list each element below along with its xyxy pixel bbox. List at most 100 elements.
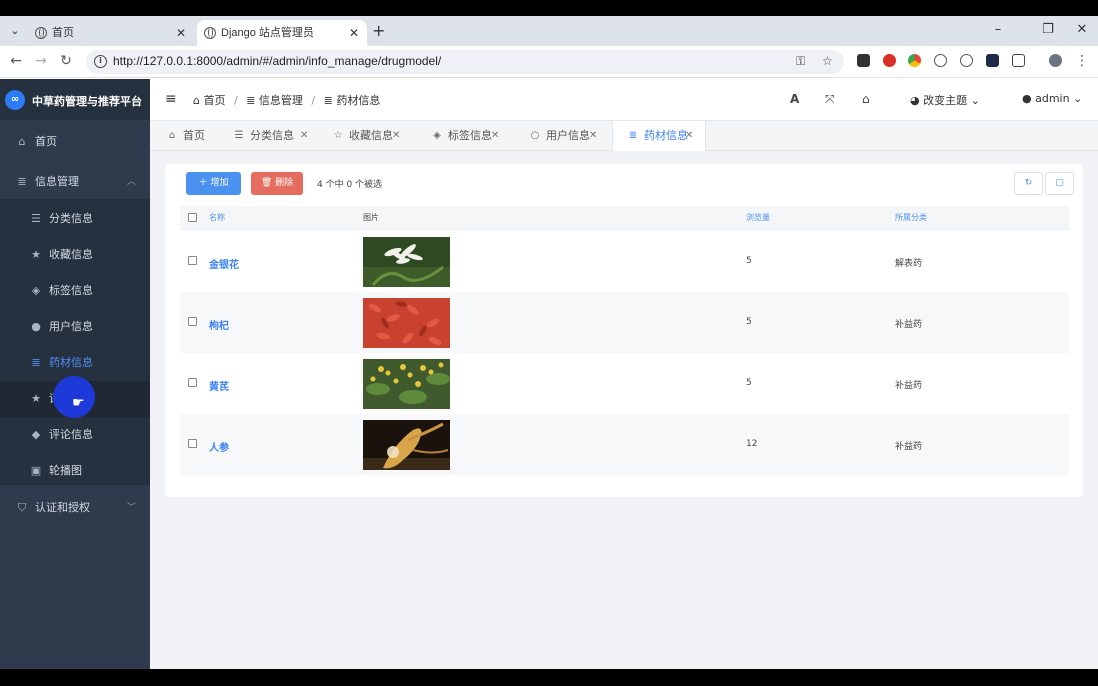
kebab-menu-icon[interactable]: ⋮ [1074,53,1090,69]
list-icon: ☰ [31,212,41,225]
sidebar-item-label: 首页 [35,135,57,148]
breadcrumb-item[interactable]: 信息管理 [259,94,303,107]
close-icon[interactable]: ✕ [589,121,597,151]
window-close-icon[interactable]: ✕ [1072,22,1092,37]
browser-tab-title: Django 站点管理员 [221,27,314,39]
sidebar-item-label: 认证和授权 [35,501,90,514]
database-icon: ≣ [17,175,27,188]
url-text[interactable]: http://127.0.0.1:8000/admin/#/admin/info… [113,54,441,68]
breadcrumb-item[interactable]: 首页 [203,94,225,107]
tab-category[interactable]: ☰ 分类信息 ✕ [232,121,314,151]
extension-icon[interactable] [857,54,870,67]
hamburger-icon[interactable]: ≡ [165,91,177,107]
tab-label: 收藏信息 [349,129,393,142]
chevron-up-icon: ︿ [126,177,136,187]
select-all-checkbox[interactable] [188,213,197,222]
sidebar-item-label: 信息管理 [35,175,79,188]
column-header-category[interactable]: 所属分类 [895,206,927,230]
sidebar-item-auth[interactable]: ⛉ 认证和授权 ﹀ [0,490,150,526]
sidebar-item-category[interactable]: ☰ 分类信息 [0,201,150,237]
close-icon[interactable]: ✕ [685,121,693,151]
delete-button[interactable]: 🗑 删除 [251,172,303,195]
sidebar-item-favorites[interactable]: ★ 收藏信息 [0,237,150,273]
row-checkbox[interactable] [188,256,197,265]
home-icon: ⌂ [18,135,26,148]
table-row: 黄芪 5 补益药 [180,353,1069,414]
star-bookmark-icon[interactable]: ☆ [822,54,833,68]
sidebar-item-tags[interactable]: ◈ 标签信息 [0,273,150,309]
extension-icon[interactable] [960,54,973,67]
tab-search-chevron-icon[interactable]: ⌄ [6,22,24,40]
close-icon[interactable]: ✕ [392,121,400,151]
column-header-views[interactable]: 浏览量 [746,206,770,230]
theme-dropdown[interactable]: ◕ 改变主题 ⌄ [910,92,980,108]
close-icon[interactable]: ✕ [300,121,308,151]
star-outline-icon: ☆ [333,130,343,141]
puzzle-extensions-icon[interactable] [1012,54,1025,67]
category-cell: 解表药 [895,259,923,269]
tab-favorites[interactable]: ☆ 收藏信息 ✕ [331,121,413,151]
new-tab-plus-icon[interactable]: + [372,22,385,40]
back-arrow-icon[interactable]: ← [8,53,24,69]
infinity-logo-icon: ∞ [5,90,25,110]
sidebar-item-label: 评论信息 [49,428,93,441]
table-row: 枸杞 5 补益药 [180,292,1069,353]
tab-home[interactable]: ⌂ 首页 [165,121,225,151]
tab-users[interactable]: ○ 用户信息 ✕ [528,121,610,151]
tab-label: 分类信息 [250,129,294,142]
sidebar-item-label: 收藏信息 [49,248,93,261]
browser-tab-django[interactable]: Django 站点管理员 ✕ [197,20,367,46]
row-checkbox[interactable] [188,439,197,448]
table-row: 人参 12 补益药 [180,414,1069,475]
drug-name-link[interactable]: 黄芪 [209,378,229,393]
column-header-name[interactable]: 名称 [209,206,225,230]
forward-arrow-icon[interactable]: → [33,53,49,69]
user-dropdown[interactable]: ● admin ⌄ [1022,92,1082,105]
browser-tab-home[interactable]: 首页 ✕ [28,20,194,46]
fullscreen-icon[interactable]: ⤧ [825,92,835,107]
user-outline-icon: ○ [530,130,540,141]
breadcrumb-item: 药材信息 [336,94,381,107]
drug-name-link[interactable]: 金银花 [209,256,239,271]
sidebar-item-info-manage[interactable]: ≣ 信息管理 ︿ [0,164,150,200]
browser-window: ⌄ 首页 ✕ Django 站点管理员 ✕ + – ❐ ✕ ← → ↻ i ht… [0,16,1098,669]
brand: ∞ 中草药管理与推荐平台 [0,79,150,120]
url-bar[interactable]: i http://127.0.0.1:8000/admin/#/admin/in… [86,50,844,74]
views-cell: 5 [746,317,752,327]
user-icon: ● [1022,92,1032,105]
extension-icon[interactable] [934,54,947,67]
minimize-icon[interactable]: – [988,22,1008,37]
refresh-button[interactable]: ↻ [1014,172,1043,195]
profile-avatar[interactable] [1049,54,1062,67]
tab-drugs[interactable]: ≣ 药材信息 ✕ [612,121,706,151]
extension-icon[interactable] [908,54,921,67]
sidebar-item-home[interactable]: ⌂ 首页 [0,124,150,160]
sidebar-item-label: 用户信息 [49,320,93,333]
font-size-icon[interactable]: A [790,92,799,106]
sidebar-item-users[interactable]: ● 用户信息 [0,309,150,345]
row-checkbox[interactable] [188,317,197,326]
tab-tags[interactable]: ◈ 标签信息 ✕ [430,121,512,151]
sidebar-item-comments[interactable]: ◆ 评论信息 [0,417,150,453]
export-button[interactable]: ▢ [1045,172,1074,195]
changelist-card: ＋ 增加 🗑 删除 4 个中 0 个被选 ↻ ▢ 名称 图片 浏览量 所属分类 … [165,164,1083,497]
drug-name-link[interactable]: 枸杞 [209,317,229,332]
reload-icon[interactable]: ↻ [58,53,74,69]
sidebar-item-carousel[interactable]: ▣ 轮播图 [0,453,150,489]
password-key-icon[interactable]: ⚿ [796,54,805,69]
add-button[interactable]: ＋ 增加 [186,172,241,195]
close-icon[interactable]: ✕ [349,20,359,46]
selection-counter: 4 个中 0 个被选 [317,180,383,190]
views-cell: 12 [746,439,758,449]
restore-icon[interactable]: ❐ [1038,22,1058,37]
extension-icon[interactable] [986,54,999,67]
row-checkbox[interactable] [188,378,197,387]
views-cell: 5 [746,256,752,266]
close-icon[interactable]: ✕ [491,121,499,151]
extension-icon[interactable] [883,54,896,67]
home-icon[interactable]: ⌂ [862,92,870,106]
drug-name-link[interactable]: 人参 [209,439,229,454]
site-info-icon[interactable]: i [94,55,107,68]
comments-icon: ◆ [31,428,41,441]
close-icon[interactable]: ✕ [176,20,186,46]
